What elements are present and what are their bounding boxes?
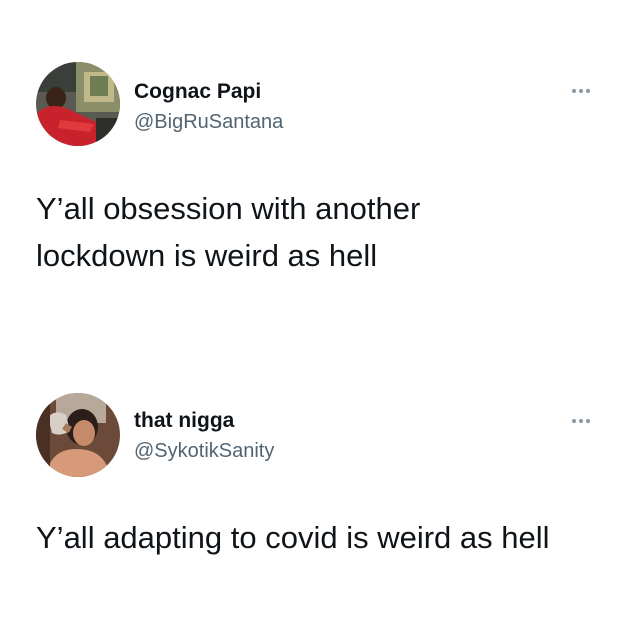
- more-horizontal-icon: [586, 89, 590, 93]
- avatar[interactable]: [36, 62, 120, 146]
- avatar-photo: [36, 62, 120, 146]
- more-horizontal-icon: [572, 89, 576, 93]
- avatar[interactable]: [36, 393, 120, 477]
- username-handle[interactable]: @BigRuSantana: [134, 111, 283, 134]
- display-name[interactable]: Cognac Papi: [134, 80, 261, 104]
- more-horizontal-icon: [579, 419, 583, 423]
- display-name[interactable]: that nigga: [134, 409, 234, 433]
- more-horizontal-icon: [572, 419, 576, 423]
- username-handle[interactable]: @SykotikSanity: [134, 440, 274, 463]
- tweet-text: Y’all adapting to covid is weird as hell: [36, 520, 550, 555]
- more-options-button[interactable]: [563, 81, 599, 101]
- tweet-text: Y’all obsession with another lockdown is…: [36, 191, 421, 273]
- avatar-photo: [36, 393, 120, 477]
- more-options-button[interactable]: [563, 411, 599, 431]
- more-horizontal-icon: [586, 419, 590, 423]
- more-horizontal-icon: [579, 89, 583, 93]
